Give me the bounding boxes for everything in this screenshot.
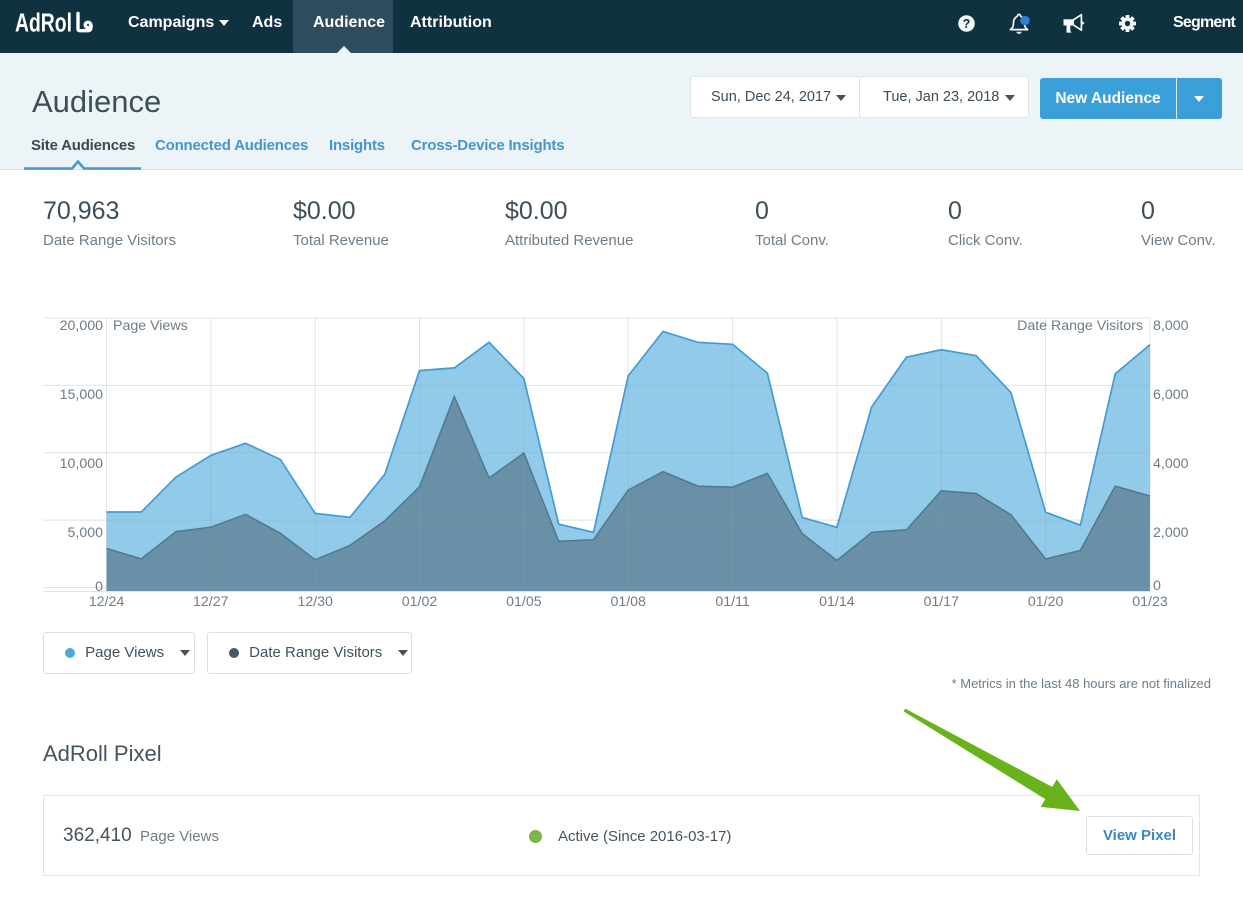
svg-text:01/05: 01/05 — [506, 594, 542, 610]
svg-text:Date Range Visitors: Date Range Visitors — [1017, 318, 1143, 334]
svg-text:01/23: 01/23 — [1132, 594, 1168, 610]
svg-text:4,000: 4,000 — [1153, 456, 1189, 472]
svg-text:12/27: 12/27 — [193, 594, 229, 610]
svg-text:10,000: 10,000 — [60, 456, 104, 472]
svg-text:12/30: 12/30 — [297, 594, 333, 610]
svg-text:01/11: 01/11 — [715, 594, 750, 610]
svg-text:20,000: 20,000 — [60, 318, 104, 334]
svg-text:6,000: 6,000 — [1153, 387, 1189, 403]
svg-text:01/14: 01/14 — [819, 594, 855, 610]
svg-text:Page Views: Page Views — [113, 318, 188, 334]
svg-text:01/17: 01/17 — [924, 594, 960, 610]
svg-text:5,000: 5,000 — [67, 525, 103, 541]
svg-text:0: 0 — [95, 579, 103, 595]
svg-text:12/24: 12/24 — [89, 594, 125, 610]
svg-text:15,000: 15,000 — [60, 387, 104, 403]
svg-text:01/20: 01/20 — [1028, 594, 1064, 610]
svg-text:0: 0 — [1153, 578, 1161, 594]
svg-text:01/08: 01/08 — [610, 594, 646, 610]
svg-text:2,000: 2,000 — [1153, 525, 1189, 541]
svg-text:8,000: 8,000 — [1153, 318, 1189, 334]
svg-text:01/02: 01/02 — [402, 594, 438, 610]
